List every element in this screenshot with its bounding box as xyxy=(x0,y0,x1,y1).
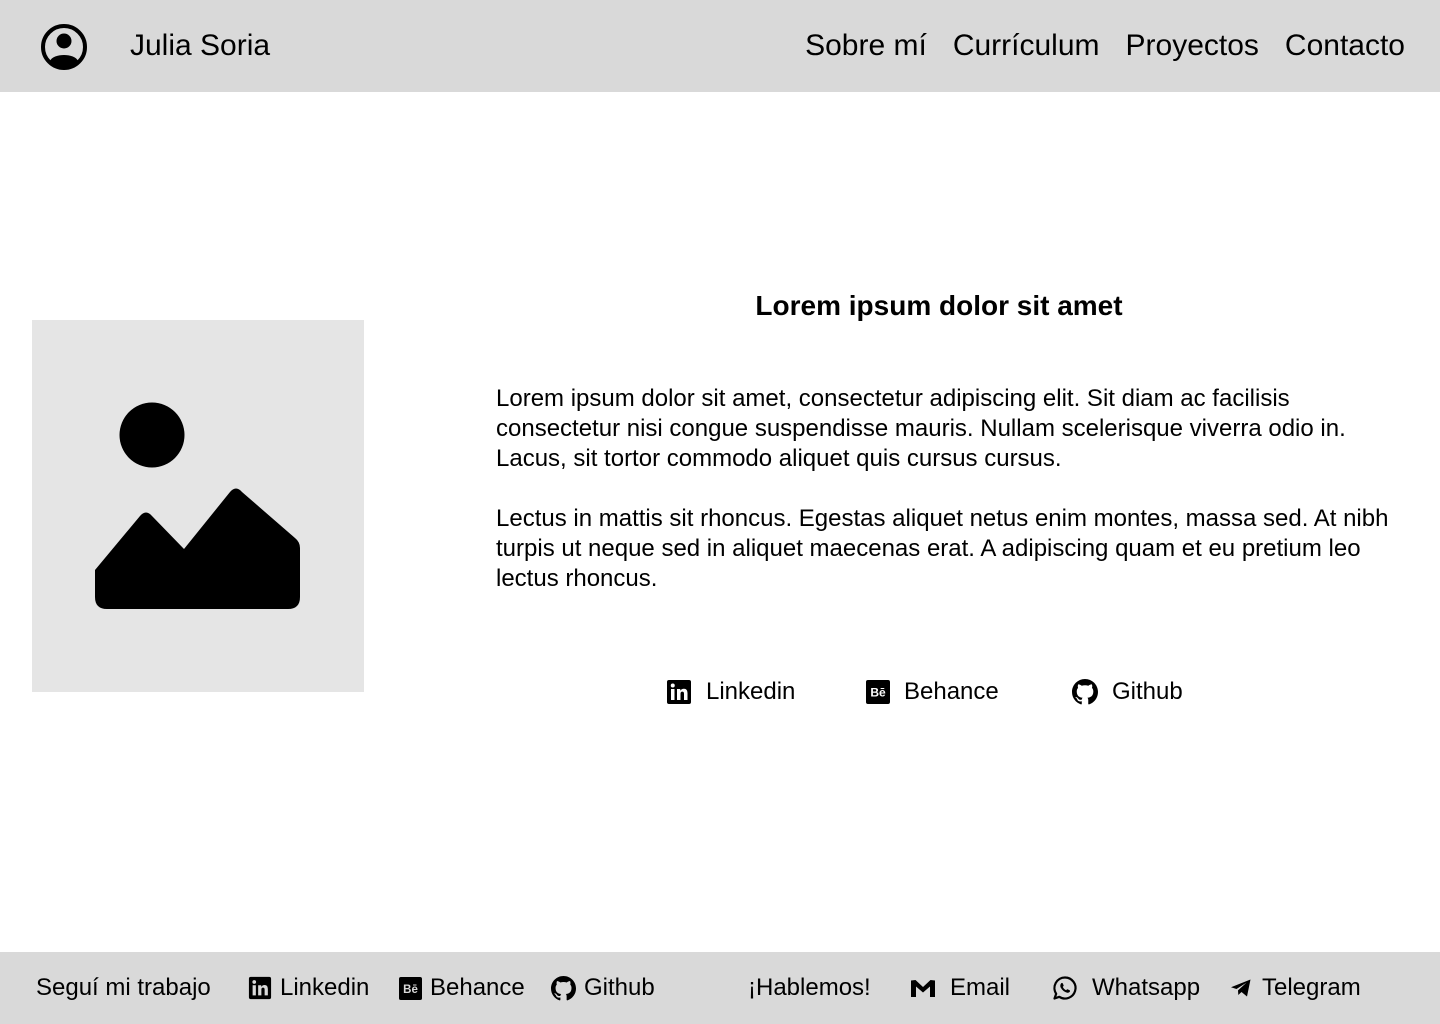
footer-link-label: Linkedin xyxy=(280,974,370,1001)
footer-link-label: Whatsapp xyxy=(1092,974,1201,1001)
footer-link-telegram[interactable]: Telegram xyxy=(1230,972,1361,1004)
linkedin-icon xyxy=(248,976,272,1000)
page: Julia Soria Sobre mí Currículum Proyecto… xyxy=(0,0,1440,1024)
footer-contact-heading: ¡Hablemos! xyxy=(748,972,871,1004)
footer-link-label: Telegram xyxy=(1262,974,1361,1001)
footer-work-label: Seguí mi trabajo xyxy=(36,974,211,1001)
site-brand-name[interactable]: Julia Soria xyxy=(130,28,270,64)
hero-title: Lorem ipsum dolor sit amet xyxy=(755,290,1123,321)
footer-contact-label: ¡Hablemos! xyxy=(748,974,871,1001)
footer-work-heading: Seguí mi trabajo xyxy=(36,972,211,1004)
social-link-label: Linkedin xyxy=(706,678,796,705)
main-nav: Sobre mí Currículum Proyectos Contacto xyxy=(805,28,1405,64)
github-icon xyxy=(1072,679,1098,705)
image-placeholder-icon xyxy=(95,402,300,609)
svg-text:Bē: Bē xyxy=(403,983,418,995)
footer-link-label: Email xyxy=(950,974,1011,1001)
svg-text:Bē: Bē xyxy=(870,686,886,700)
nav-link-curriculum[interactable]: Currículum xyxy=(953,28,1100,64)
footer-link-linkedin[interactable]: Linkedin xyxy=(248,972,369,1004)
social-link-behance[interactable]: Bē Behance xyxy=(866,676,999,708)
footer-link-label: Behance xyxy=(430,974,525,1001)
social-link-github[interactable]: Github xyxy=(1072,676,1183,708)
footer-link-github[interactable]: Github xyxy=(551,972,655,1004)
social-link-label: Github xyxy=(1112,678,1183,705)
whatsapp-icon xyxy=(1053,976,1077,1000)
profile-image-placeholder xyxy=(32,320,364,692)
social-link-label: Behance xyxy=(904,678,999,705)
social-link-linkedin[interactable]: Linkedin xyxy=(666,676,795,708)
nav-link-proyectos[interactable]: Proyectos xyxy=(1126,28,1259,64)
footer-link-email[interactable]: Email xyxy=(910,972,1010,1004)
behance-icon: Bē xyxy=(399,976,422,1000)
nav-link-contacto[interactable]: Contacto xyxy=(1285,28,1405,64)
hero-paragraph-2: Lectus in mattis sit rhoncus. Egestas al… xyxy=(496,505,1389,592)
gmail-icon xyxy=(911,980,935,997)
linkedin-icon xyxy=(667,680,691,704)
github-icon xyxy=(551,975,576,1000)
footer-link-whatsapp[interactable]: Whatsapp xyxy=(1052,972,1200,1004)
footer-link-behance[interactable]: Bē Behance xyxy=(399,972,525,1004)
top-header: Julia Soria Sobre mí Currículum Proyecto… xyxy=(0,0,1440,92)
user-circle-icon[interactable] xyxy=(40,23,88,71)
hero-paragraph-1: Lorem ipsum dolor sit amet, consectetur … xyxy=(496,385,1346,472)
page-footer: Seguí mi trabajo Linkedin Bē Behance Git… xyxy=(0,952,1440,1024)
telegram-icon xyxy=(1231,979,1251,997)
behance-icon: Bē xyxy=(866,680,890,704)
footer-link-label: Github xyxy=(584,974,655,1001)
nav-link-sobre-mi[interactable]: Sobre mí xyxy=(805,28,927,64)
